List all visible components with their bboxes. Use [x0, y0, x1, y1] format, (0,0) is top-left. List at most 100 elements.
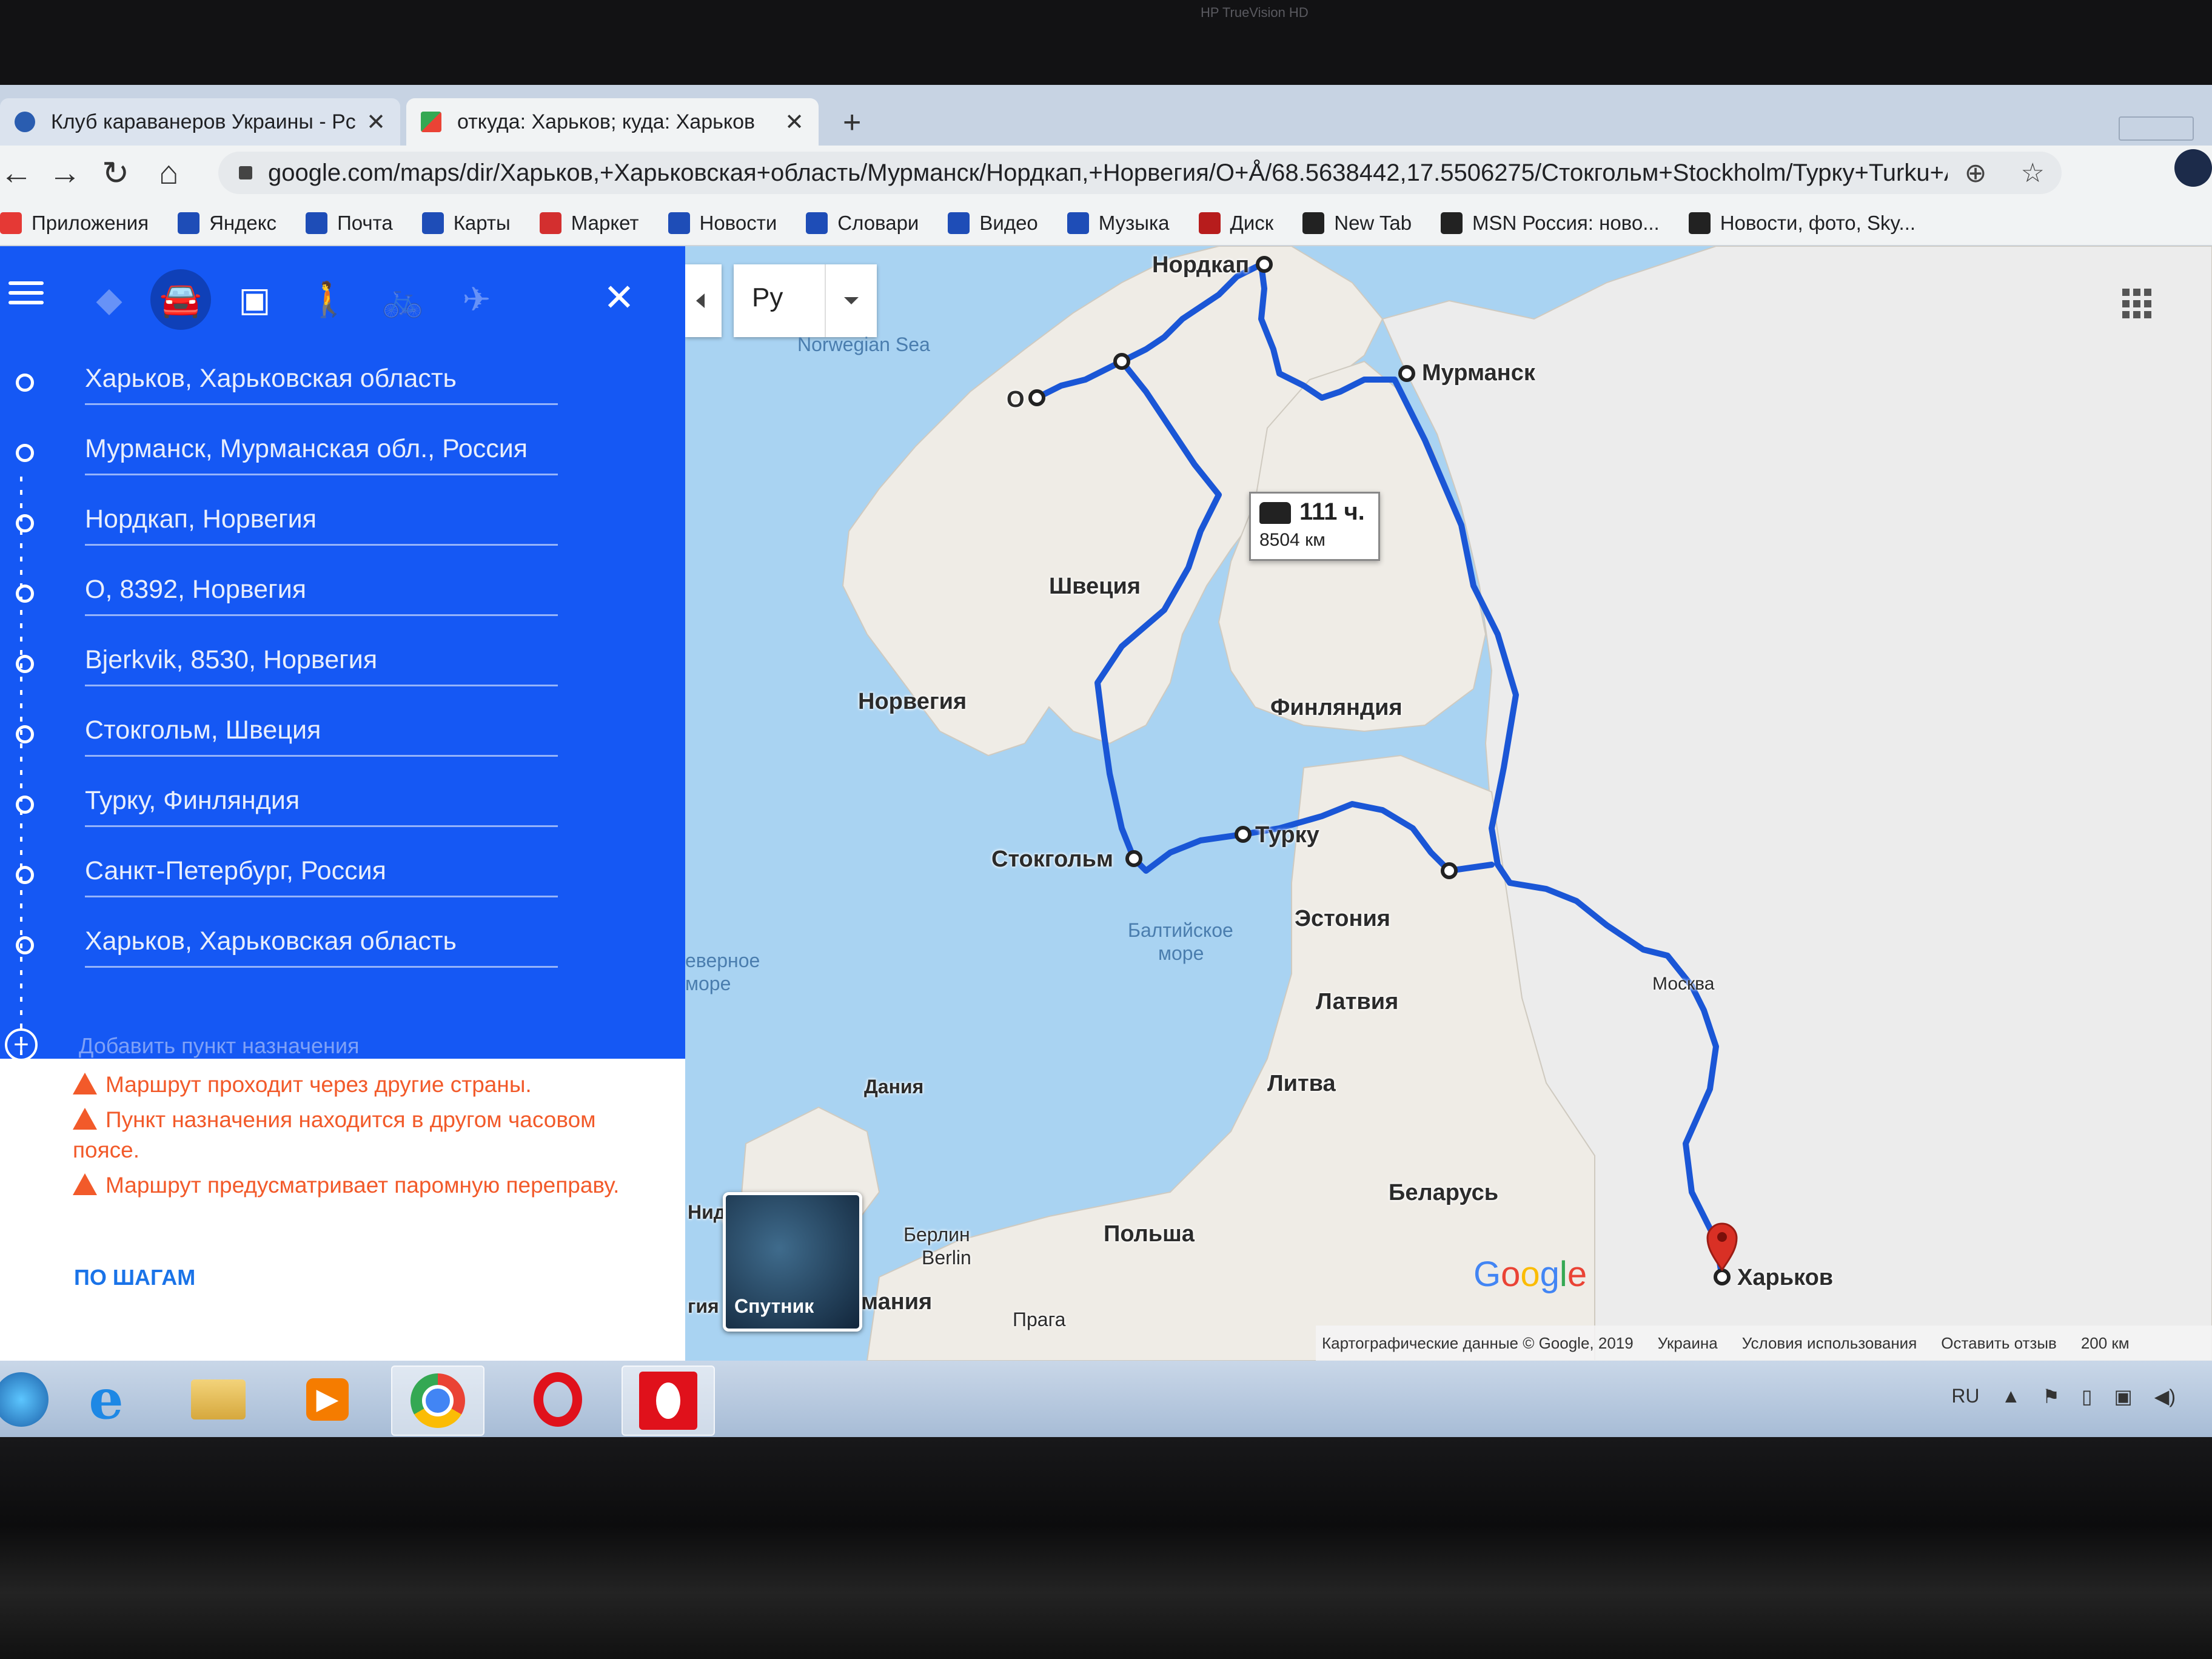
- close-tab-icon[interactable]: ✕: [366, 109, 386, 136]
- apps-grid-icon[interactable]: [2122, 289, 2153, 319]
- bookmark-item[interactable]: New Tab: [1302, 212, 1412, 235]
- back-icon[interactable]: ←: [0, 154, 33, 192]
- waypoint-input[interactable]: Мурманск, Мурманская обл., Россия: [0, 420, 685, 490]
- best-route-icon[interactable]: ◆: [85, 275, 133, 324]
- pin-center: [1717, 1232, 1727, 1242]
- satellite-toggle[interactable]: Спутник: [723, 1192, 862, 1332]
- map-label-nid-partial: Нид: [688, 1201, 726, 1223]
- waypoint-input[interactable]: Bjerkvik, 8530, Норвегия: [0, 631, 685, 701]
- map-label-prague: Прага: [1013, 1309, 1066, 1330]
- route-warnings: Маршрут проходит через другие страны. Пу…: [73, 1070, 655, 1205]
- internet-explorer-icon[interactable]: e: [61, 1366, 152, 1433]
- bookmark-item[interactable]: Маркет: [539, 212, 639, 235]
- waypoint-input[interactable]: Стокгольм, Швеция: [0, 701, 685, 771]
- map-label-lithuania: Литва: [1267, 1071, 1336, 1096]
- location-icon[interactable]: ⊕: [1965, 158, 1987, 189]
- bookmark-star-icon[interactable]: ☆: [2021, 158, 2045, 189]
- map-label-gia-partial: гия: [688, 1295, 719, 1317]
- waypoint-input[interactable]: Харьков, Харьковская область: [0, 349, 685, 420]
- waypoint-marker[interactable]: [1235, 826, 1252, 843]
- language-indicator[interactable]: RU: [1951, 1385, 1979, 1408]
- volume-icon[interactable]: ◀): [2154, 1385, 2176, 1408]
- waypoint-input[interactable]: Турку, Финляндия: [0, 771, 685, 842]
- waypoint-input[interactable]: Харьков, Харьковская область: [0, 912, 685, 982]
- action-center-flag-icon[interactable]: ⚑: [2042, 1385, 2060, 1408]
- reload-icon[interactable]: ↻: [102, 154, 129, 192]
- waypoint-marker[interactable]: [1113, 353, 1130, 370]
- waypoint-marker[interactable]: [1256, 256, 1273, 273]
- bookmark-item[interactable]: Видео: [948, 212, 1038, 235]
- close-directions-icon[interactable]: ✕: [603, 275, 635, 320]
- step-by-step-link[interactable]: ПО ШАГАМ: [74, 1265, 195, 1290]
- warning-icon: [73, 1073, 97, 1094]
- opera-icon[interactable]: [512, 1366, 603, 1433]
- feedback-link[interactable]: Оставить отзыв: [1941, 1334, 2057, 1353]
- collapse-panel-button[interactable]: [685, 264, 722, 337]
- url-text[interactable]: google.com/maps/dir/Харьков,+Харьковская…: [268, 159, 1948, 187]
- transit-mode-icon[interactable]: ▣: [230, 275, 279, 324]
- waypoint-marker[interactable]: [1398, 365, 1415, 382]
- window-controls[interactable]: [2119, 116, 2194, 141]
- scale-bar[interactable]: 200 км: [2081, 1334, 2130, 1353]
- add-destination[interactable]: + Добавить пункт назначения: [0, 1028, 685, 1065]
- profile-avatar[interactable]: [2174, 149, 2212, 187]
- close-tab-icon[interactable]: ✕: [785, 109, 804, 136]
- bookmark-item[interactable]: Приложения: [0, 212, 149, 235]
- map-label-belarus: Беларусь: [1389, 1180, 1499, 1205]
- forward-icon[interactable]: →: [49, 154, 81, 192]
- waypoint-marker[interactable]: [1441, 862, 1458, 879]
- waypoint-circle-icon: [16, 444, 34, 462]
- waypoint-circle-icon: [16, 374, 34, 392]
- walking-mode-icon[interactable]: 🚶: [304, 275, 353, 324]
- driving-mode-icon[interactable]: 🚘: [150, 269, 211, 330]
- battery-icon[interactable]: ▯: [2082, 1385, 2093, 1408]
- waypoint-input[interactable]: O, 8392, Норвегия: [0, 560, 685, 631]
- map-label-denmark: Дания: [864, 1076, 924, 1098]
- map-label-turku: Турку: [1255, 822, 1319, 848]
- water-label-north-sea-2: море: [685, 973, 731, 994]
- bookmark-item[interactable]: Диск: [1198, 212, 1273, 235]
- bookmark-item[interactable]: MSN Россия: ново...: [1441, 212, 1660, 235]
- car-icon: [1259, 502, 1291, 524]
- waypoint-marker[interactable]: [1714, 1269, 1731, 1285]
- menu-icon[interactable]: [8, 275, 44, 310]
- chrome-icon[interactable]: [391, 1366, 484, 1436]
- media-player-icon[interactable]: ▶: [282, 1366, 373, 1433]
- home-icon[interactable]: ⌂: [159, 154, 179, 192]
- bookmark-item[interactable]: Новости: [668, 212, 777, 235]
- start-orb-icon[interactable]: [0, 1366, 67, 1433]
- address-bar[interactable]: google.com/maps/dir/Харьков,+Харьковская…: [218, 152, 2062, 194]
- bookmark-item[interactable]: Новости, фото, Sky...: [1688, 212, 1915, 235]
- waypoint-marker[interactable]: [1028, 389, 1045, 406]
- waypoint-input[interactable]: Санкт-Петербург, Россия: [0, 842, 685, 912]
- file-explorer-icon[interactable]: [173, 1366, 264, 1433]
- network-icon[interactable]: ▣: [2114, 1385, 2133, 1408]
- new-tab-button[interactable]: +: [843, 104, 861, 141]
- route-duration-card[interactable]: 111 ч. 8504 км: [1249, 492, 1380, 561]
- flight-mode-icon[interactable]: ✈: [452, 275, 501, 324]
- bookmark-item[interactable]: Словари: [806, 212, 919, 235]
- opera-red-icon[interactable]: [622, 1366, 715, 1436]
- cycling-mode-icon[interactable]: 🚲: [378, 275, 427, 324]
- language-button[interactable]: Ру: [734, 264, 877, 337]
- google-maps-app: ◆ 🚘 ▣ 🚶 🚲 ✈ ✕ Харьков, Харьковская облас…: [0, 246, 2212, 1361]
- waypoint-marker[interactable]: [1125, 850, 1142, 867]
- tab-strip: Клуб караванеров Украины - Рс ✕ откуда: …: [0, 85, 2212, 146]
- tray-expand-icon[interactable]: ▲: [2002, 1385, 2021, 1408]
- bookmark-item[interactable]: Карты: [421, 212, 511, 235]
- bookmark-item[interactable]: Яндекс: [178, 212, 276, 235]
- tab-google-maps[interactable]: откуда: Харьков; куда: Харьков ✕: [406, 98, 819, 146]
- map-canvas[interactable]: Ру 111 ч. 8504 км Нордкап Мурманск O Шве…: [685, 246, 2212, 1361]
- warning-item: Маршрут проходит через другие страны.: [73, 1070, 655, 1100]
- bookmark-item[interactable]: Почта: [306, 212, 393, 235]
- tab-caravan-club[interactable]: Клуб караванеров Украины - Рс ✕: [0, 98, 400, 146]
- region-link[interactable]: Украина: [1658, 1334, 1718, 1353]
- waypoint-input[interactable]: Нордкап, Норвегия: [0, 490, 685, 560]
- water-label-baltic-2: море: [1158, 942, 1204, 964]
- waypoint-circle-icon: [16, 725, 34, 743]
- map-label-norway: Норвегия: [858, 689, 967, 714]
- bookmark-item[interactable]: Музыка: [1067, 212, 1170, 235]
- terms-link[interactable]: Условия использования: [1742, 1334, 1917, 1353]
- apps-grid-icon: [0, 212, 22, 234]
- dropdown-arrow-icon[interactable]: [825, 264, 878, 337]
